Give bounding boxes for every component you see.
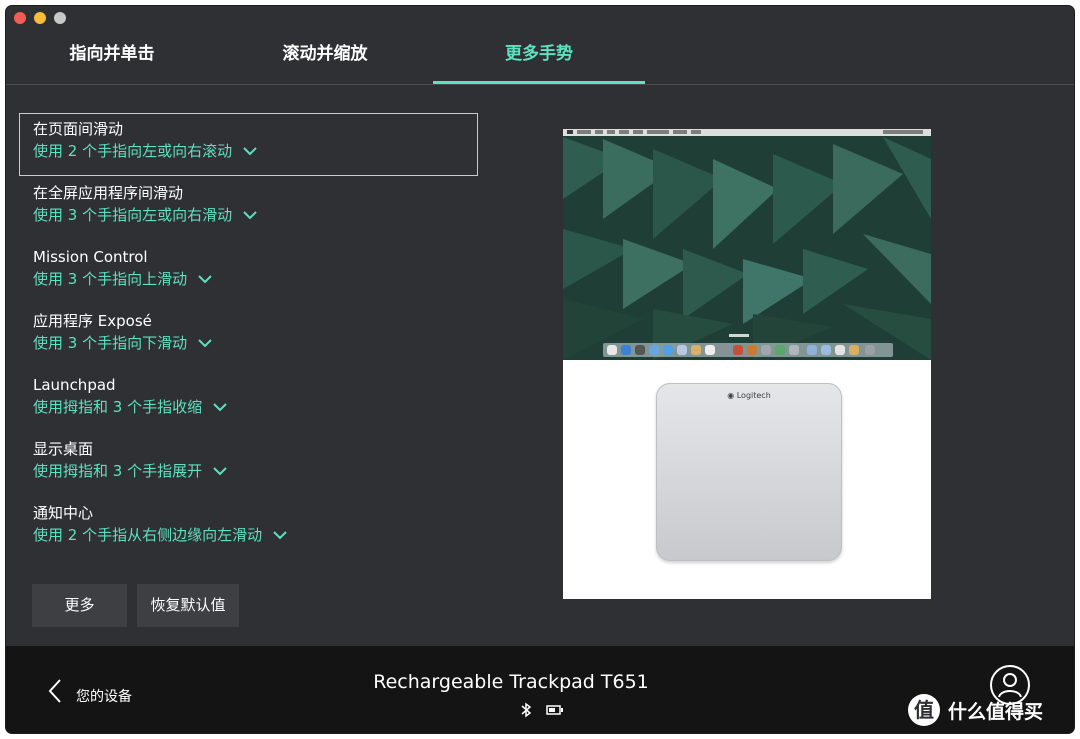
gesture-preview: ◉ Logitech <box>563 129 931 599</box>
gesture-title: Mission Control <box>33 248 148 266</box>
gesture-item-app-expose[interactable]: 应用程序 Exposé 使用 3 个手指向下滑动 <box>19 305 479 369</box>
gesture-action-dropdown[interactable]: 使用拇指和 3 个手指展开 <box>33 459 228 483</box>
gesture-item-swipe-fullscreen-apps[interactable]: 在全屏应用程序间滑动 使用 3 个手指向左或向右滑动 <box>19 177 479 241</box>
trackpad-product-image: ◉ Logitech <box>656 383 842 561</box>
gesture-title: Launchpad <box>33 376 116 394</box>
device-name: Rechargeable Trackpad T651 <box>373 671 649 693</box>
gesture-item-show-desktop[interactable]: 显示桌面 使用拇指和 3 个手指展开 <box>19 433 479 497</box>
site-watermark: 值 什么值得买 <box>908 694 1043 726</box>
gesture-action-label: 使用拇指和 3 个手指展开 <box>33 462 203 480</box>
chevron-down-icon <box>198 339 212 348</box>
desktop-dock <box>603 343 893 357</box>
logitech-logo-icon: ◉ <box>727 391 735 400</box>
chevron-down-icon <box>198 275 212 284</box>
gesture-action-dropdown[interactable]: 使用 3 个手指向下滑动 <box>33 331 213 355</box>
dock-tooltip <box>729 334 749 337</box>
gesture-action-dropdown[interactable]: 使用 2 个手指从右侧边缘向左滑动 <box>33 523 288 547</box>
gesture-title: 应用程序 Exposé <box>33 312 152 330</box>
gesture-action-label: 使用拇指和 3 个手指收缩 <box>33 398 203 416</box>
gesture-title: 显示桌面 <box>33 440 94 458</box>
chevron-down-icon <box>213 467 227 476</box>
app-window: 指向并单击 滚动并缩放 更多手势 在页面间滑动 使用 2 个手指向左或向右滚动 … <box>6 6 1074 733</box>
chevron-down-icon <box>213 403 227 412</box>
gesture-action-label: 使用 3 个手指向左或向右滑动 <box>33 206 233 224</box>
device-status <box>520 702 564 718</box>
gesture-item-launchpad[interactable]: Launchpad 使用拇指和 3 个手指收缩 <box>19 369 479 433</box>
gesture-action-dropdown[interactable]: 使用 2 个手指向左或向右滚动 <box>33 139 258 163</box>
gesture-action-label: 使用 2 个手指从右侧边缘向左滑动 <box>33 526 263 544</box>
gesture-item-mission-control[interactable]: Mission Control 使用 3 个手指向上滑动 <box>19 241 479 305</box>
more-button[interactable]: 更多 <box>32 584 127 627</box>
chevron-down-icon <box>243 211 257 220</box>
gesture-action-dropdown[interactable]: 使用 3 个手指向左或向右滑动 <box>33 203 258 227</box>
desktop-wallpaper <box>563 129 931 360</box>
battery-icon <box>546 705 563 715</box>
watermark-logo: 值 <box>908 694 940 726</box>
gesture-action-dropdown[interactable]: 使用 3 个手指向上滑动 <box>33 267 213 291</box>
gesture-action-label: 使用 2 个手指向左或向右滚动 <box>33 142 233 160</box>
gesture-list: 在页面间滑动 使用 2 个手指向左或向右滚动 在全屏应用程序间滑动 使用 3 个… <box>19 113 479 561</box>
gesture-action-label: 使用 3 个手指向上滑动 <box>33 270 188 288</box>
tab-more-gestures[interactable]: 更多手势 <box>433 34 645 84</box>
chevron-down-icon <box>273 531 287 540</box>
watermark-text: 什么值得买 <box>948 700 1044 723</box>
gesture-title: 在全屏应用程序间滑动 <box>33 184 184 202</box>
gesture-title: 通知中心 <box>33 504 94 522</box>
restore-defaults-button[interactable]: 恢复默认值 <box>137 584 239 627</box>
gesture-action-label: 使用 3 个手指向下滑动 <box>33 334 188 352</box>
desktop-menubar <box>563 129 931 136</box>
tab-bar: 指向并单击 滚动并缩放 更多手势 <box>6 6 1074 85</box>
gesture-title: 在页面间滑动 <box>33 120 124 138</box>
trackpad-brand-text: Logitech <box>736 391 771 400</box>
tab-point-and-click[interactable]: 指向并单击 <box>6 34 218 84</box>
gesture-action-dropdown[interactable]: 使用拇指和 3 个手指收缩 <box>33 395 228 419</box>
gesture-item-swipe-between-pages[interactable]: 在页面间滑动 使用 2 个手指向左或向右滚动 <box>19 113 478 176</box>
trackpad-brand: ◉ Logitech <box>657 391 841 400</box>
preview-desktop-image <box>563 129 931 360</box>
tab-scroll-and-zoom[interactable]: 滚动并缩放 <box>219 34 431 84</box>
gesture-item-notification-center[interactable]: 通知中心 使用 2 个手指从右侧边缘向左滑动 <box>19 497 479 561</box>
bluetooth-icon <box>521 702 532 718</box>
chevron-down-icon <box>243 147 257 156</box>
